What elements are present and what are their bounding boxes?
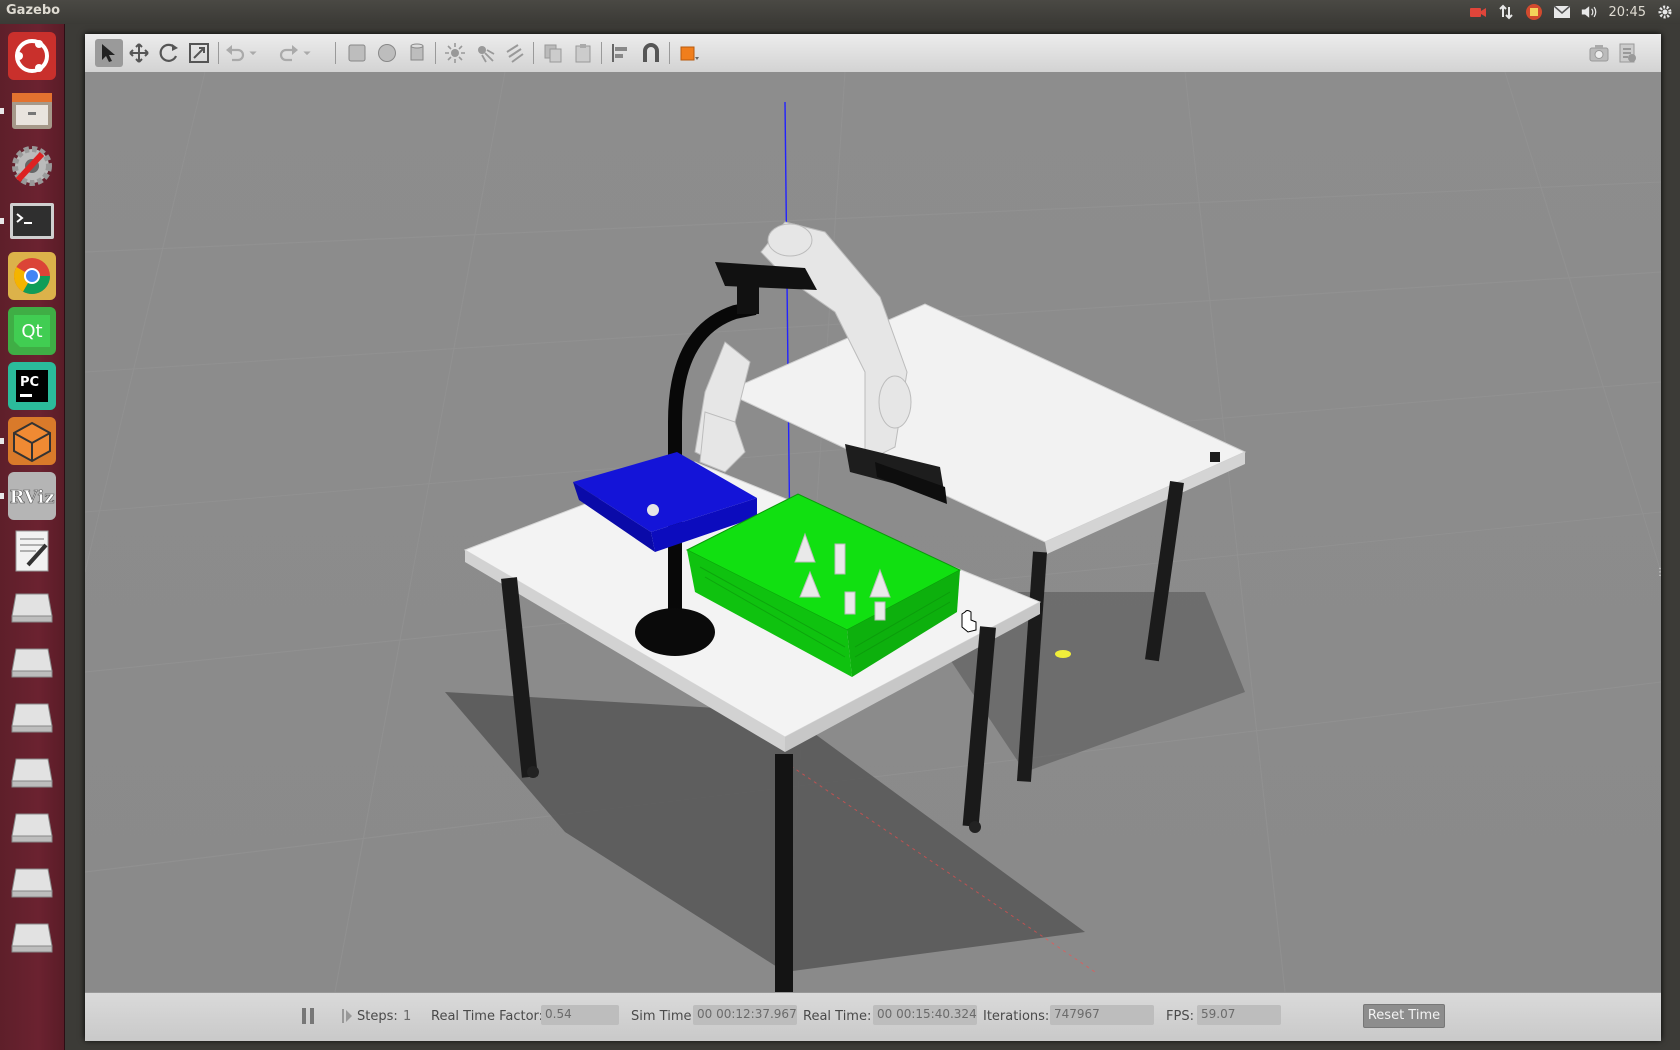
pause-icon[interactable] <box>298 1005 318 1027</box>
cylinder-shape-icon[interactable] <box>403 39 431 67</box>
redo-dropdown-icon[interactable] <box>299 39 315 67</box>
toolbar-separator <box>669 42 670 64</box>
volume-icon[interactable] <box>1581 3 1599 21</box>
rotate-mode-icon[interactable] <box>155 39 183 67</box>
align-icon[interactable] <box>607 39 635 67</box>
fps-label: FPS: <box>1166 1009 1194 1024</box>
launcher: Qt PC RViz <box>0 24 65 1050</box>
drive-icon[interactable] <box>6 690 58 742</box>
toolbar-separator <box>435 42 436 64</box>
box-shape-icon[interactable] <box>343 39 371 67</box>
paste-icon[interactable] <box>569 39 597 67</box>
svg-text:Qt: Qt <box>21 321 42 342</box>
screenshot-icon[interactable] <box>1585 39 1613 67</box>
snap-icon[interactable] <box>637 39 665 67</box>
point-light-icon[interactable] <box>441 39 469 67</box>
log-icon[interactable] <box>1613 39 1641 67</box>
system-settings-icon[interactable] <box>6 140 58 192</box>
network-updown-icon[interactable] <box>1497 3 1515 21</box>
update-notifier-icon[interactable] <box>1525 3 1543 21</box>
toolbar <box>85 34 1661 73</box>
select-mode-icon[interactable] <box>95 39 123 67</box>
files-icon[interactable] <box>6 85 58 137</box>
mail-icon[interactable] <box>1553 3 1571 21</box>
real-time-factor-label: Real Time Factor: <box>431 1009 544 1024</box>
reset-time-button[interactable]: Reset Time <box>1363 1004 1445 1028</box>
app-title: Gazebo <box>6 3 61 18</box>
svg-text:PC: PC <box>20 375 39 390</box>
scene-render <box>85 72 1661 992</box>
qt-creator-icon[interactable]: Qt <box>6 305 58 357</box>
drive-icon[interactable] <box>6 910 58 962</box>
toolbar-separator <box>533 42 534 64</box>
gazebo-window: ⋮ ⋮ Steps: 1 Real Time Factor: 0.54 Sim … <box>85 34 1661 1041</box>
running-indicator <box>0 438 4 444</box>
spot-light-icon[interactable] <box>471 39 499 67</box>
settings-gear-icon[interactable] <box>1656 3 1674 21</box>
fps-value: 59.07 <box>1197 1005 1281 1025</box>
real-time-factor-value: 0.54 <box>541 1005 619 1025</box>
sim-time-label: Sim Time: <box>631 1009 696 1024</box>
drive-icon[interactable] <box>6 745 58 797</box>
iterations-value: 747967 <box>1050 1005 1154 1025</box>
translate-mode-icon[interactable] <box>125 39 153 67</box>
terminal-icon[interactable] <box>6 195 58 247</box>
svg-text:RViz: RViz <box>9 487 54 508</box>
rviz-icon[interactable]: RViz <box>6 470 58 522</box>
drive-icon[interactable] <box>6 800 58 852</box>
sim-time-value: 00 00:12:37.967 <box>693 1005 797 1025</box>
time-panel: Steps: 1 Real Time Factor: 0.54 Sim Time… <box>85 992 1661 1041</box>
clock[interactable]: 20:45 <box>1609 5 1646 20</box>
toolbar-separator <box>335 42 336 64</box>
3d-viewport[interactable]: ⋮ ⋮ <box>85 72 1661 992</box>
top-panel: Gazebo 20:45 <box>0 0 1680 24</box>
steps-value[interactable]: 1 <box>403 1009 411 1024</box>
scale-mode-icon[interactable] <box>185 39 213 67</box>
right-panel-handle[interactable]: ⋮ <box>1655 567 1661 579</box>
pycharm-icon[interactable]: PC <box>6 360 58 412</box>
toolbar-separator <box>218 42 219 64</box>
camera-recorder-icon[interactable] <box>1469 3 1487 21</box>
gazebo-icon[interactable] <box>6 415 58 467</box>
drive-icon[interactable] <box>6 635 58 687</box>
steps-label: Steps: <box>357 1009 398 1024</box>
ubuntu-dash-icon[interactable] <box>6 30 58 82</box>
copy-icon[interactable] <box>539 39 567 67</box>
chrome-icon[interactable] <box>6 250 58 302</box>
iterations-label: Iterations: <box>983 1009 1050 1024</box>
sphere-shape-icon[interactable] <box>373 39 401 67</box>
directional-light-icon[interactable] <box>501 39 529 67</box>
real-time-label: Real Time: <box>803 1009 872 1024</box>
indicator-area: 20:45 <box>1469 0 1674 24</box>
view-angle-icon[interactable] <box>675 39 703 67</box>
real-time-value: 00 00:15:40.324 <box>873 1005 977 1025</box>
running-indicator <box>0 108 4 114</box>
running-indicator <box>0 218 4 224</box>
drive-icon[interactable] <box>6 855 58 907</box>
running-indicator <box>0 493 4 499</box>
step-icon[interactable] <box>341 1007 353 1025</box>
undo-dropdown-icon[interactable] <box>245 39 261 67</box>
drive-icon[interactable] <box>6 580 58 632</box>
toolbar-separator <box>601 42 602 64</box>
text-editor-icon[interactable] <box>6 525 58 577</box>
yellow-marker <box>1055 650 1071 658</box>
